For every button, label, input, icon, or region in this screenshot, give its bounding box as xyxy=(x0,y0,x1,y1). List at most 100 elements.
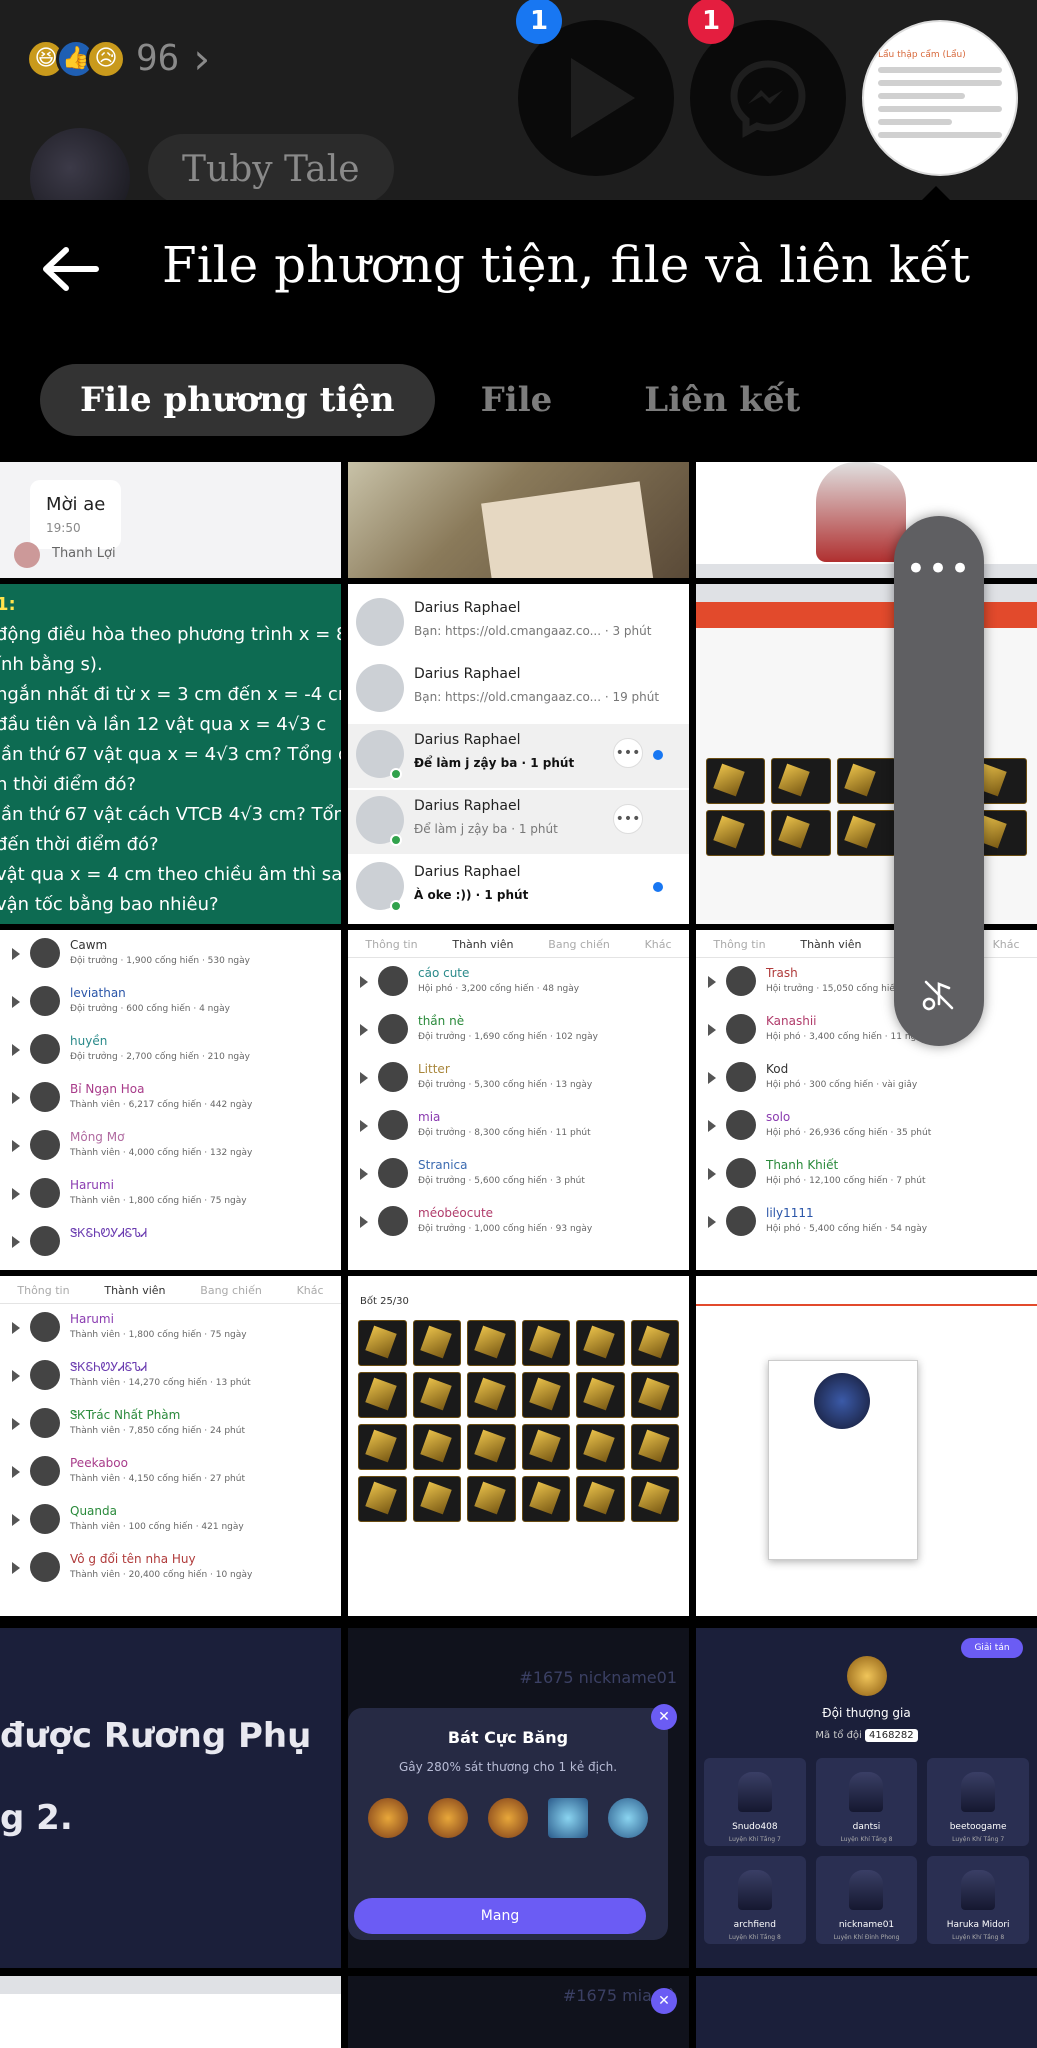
expand-icon xyxy=(12,1322,20,1334)
media-thumbnail[interactable]: Mời ae 19:50 Thanh Lợi xyxy=(0,462,341,578)
media-thumbnail[interactable]: #1675 nickname01 Bát Cực Băng Gây 280% s… xyxy=(348,1628,689,1968)
browser-tabs xyxy=(0,1976,341,1994)
character-image xyxy=(849,1772,884,1812)
member-row: Harumi Thành viên · 1,800 cống hiến · 75 … xyxy=(0,1170,341,1218)
member-name: Harumi xyxy=(70,1312,114,1326)
avatar xyxy=(726,966,756,996)
member-name: Quanda xyxy=(70,1504,117,1518)
media-thumbnail[interactable] xyxy=(348,462,689,578)
back-arrow-icon[interactable] xyxy=(40,244,100,294)
disband-button: Giải tán xyxy=(961,1638,1023,1658)
media-thumbnail[interactable] xyxy=(696,1976,1037,2048)
chat-preview: Bạn: https://old.cmangaaz.co... · 19 phú… xyxy=(414,690,660,704)
member-name: nickname01 xyxy=(838,1920,895,1930)
expand-icon xyxy=(12,1418,20,1430)
chat-preview: À oke :)) · 1 phút xyxy=(414,888,529,902)
member-rank: Luyện Khí Đỉnh Phong xyxy=(833,1934,900,1941)
chat-head-thumbnail[interactable]: Lẩu thập cẩm (Lẩu) xyxy=(862,20,1018,176)
member-row: thần nè Đội trưởng · 1,690 cống hiến · 10… xyxy=(348,1006,689,1054)
avatar xyxy=(30,1178,60,1208)
member-tab: Thông tin xyxy=(17,1284,70,1297)
media-thumbnail[interactable] xyxy=(696,1276,1037,1616)
member-list: Trash Hội trưởng · 15,050 cống hiến · 29 … xyxy=(696,958,1037,1246)
more-options-icon[interactable]: ••• xyxy=(894,552,984,586)
member-tabs: Thông tin Thành viên Bang chiến Khác xyxy=(348,930,689,958)
member-name: Kanashii xyxy=(766,1014,817,1028)
member-row: leviathan Đội trưởng · 600 cống hiến · 4 … xyxy=(0,978,341,1026)
character-image xyxy=(737,1772,772,1812)
more-icon: ••• xyxy=(613,804,643,834)
member-detail: Đội trưởng · 2,700 cống hiến · 210 ngày xyxy=(70,1052,250,1062)
expand-icon xyxy=(360,1072,368,1084)
media-thumbnail[interactable]: Darius Raphael Bạn: https://old.cmangaaz.… xyxy=(348,584,689,924)
media-thumbnail[interactable]: 1: động điều hòa theo phương trình x = 8 í… xyxy=(0,584,341,924)
reaction-summary[interactable]: 😆 👍 😥 96 › xyxy=(26,34,210,83)
expand-icon xyxy=(12,1514,20,1526)
expand-icon xyxy=(708,1168,716,1180)
inventory-item xyxy=(576,1476,625,1522)
media-thumbnail[interactable]: Giải tán Đội thượng gia Mã tổ đội 416828… xyxy=(696,1628,1037,1968)
member-row: mia Đội trưởng · 8,300 cống hiến · 11 phú… xyxy=(348,1102,689,1150)
skill-title: Bát Cực Băng xyxy=(447,1728,569,1747)
avatar xyxy=(726,1110,756,1140)
media-thumbnail[interactable]: được Rương Phụ g 2. xyxy=(0,1628,341,1968)
sad-reaction-icon: 😥 xyxy=(86,38,126,79)
media-thumbnail[interactable]: Cawm Đội trưởng · 1,900 cống hiến · 530 n… xyxy=(0,930,341,1270)
member-detail: Thành viên · 20,400 cống hiến · 10 ngày xyxy=(70,1570,253,1580)
chat-name: Darius Raphael xyxy=(414,666,521,682)
chat-preview: Bạn: https://old.cmangaaz.co... · 3 phút xyxy=(414,624,652,638)
media-thumbnail[interactable]: Thông tinThành viênBang chiếnKhác TrashH… xyxy=(696,930,1037,1270)
expand-icon xyxy=(12,1044,20,1056)
member-detail: Thành viên · 7,850 cống hiến · 24 phút xyxy=(70,1426,245,1436)
profile-name: Tuby Tale xyxy=(148,134,394,204)
member-detail: Hội phó · 26,936 cống hiến · 35 phút xyxy=(766,1128,932,1138)
member-name: Kod xyxy=(766,1062,789,1076)
team-member-card: beetoogame Luyện Khí Tầng 7 xyxy=(927,1758,1029,1846)
member-name: ᏕᏦᏋᏂᏬᎩᏗᏋᏖᏗ xyxy=(70,1226,148,1240)
avatar xyxy=(378,1110,408,1140)
member-detail: Đội trưởng · 1,000 cống hiến · 93 ngày xyxy=(418,1224,593,1234)
chat-name: Darius Raphael xyxy=(414,732,521,748)
media-thumbnail[interactable] xyxy=(696,462,1037,578)
tab-media[interactable]: File phương tiện xyxy=(40,364,435,436)
media-thumbnail[interactable] xyxy=(696,584,1037,924)
inventory-item xyxy=(630,1476,679,1522)
member-name: Cawm xyxy=(70,938,108,952)
chat-head-badge: 1 xyxy=(516,0,562,44)
media-thumbnail[interactable]: #1675 mia nè ✕ xyxy=(348,1976,689,2048)
member-list: Harumi Thành viên · 1,800 cống hiến · 75 … xyxy=(0,1304,341,1592)
member-name: archfiend xyxy=(733,1920,776,1930)
banner-text: g 2. xyxy=(0,1798,73,1838)
tab-files[interactable]: File xyxy=(435,364,599,436)
inventory-item xyxy=(630,1424,679,1470)
profile-popup xyxy=(768,1360,918,1560)
math-line: vật qua x = 4 cm theo chiều âm thì sau c xyxy=(0,864,341,885)
member-name: lily1111 xyxy=(766,1206,814,1220)
floating-control-bar[interactable]: ••• xyxy=(894,516,984,1046)
thumbnail-title: Lẩu thập cẩm (Lẩu) xyxy=(878,50,966,60)
media-thumbnail[interactable] xyxy=(0,1976,341,2048)
media-thumbnail[interactable]: Bốt 25/30 xyxy=(348,1276,689,1616)
member-rank: Luyện Khí Tầng 8 xyxy=(840,1836,893,1843)
member-row: ᏕᏦTrác Nhất Phàm Thành viên · 7,850 cống … xyxy=(0,1400,341,1448)
media-thumbnail[interactable]: Thông tin Thành viên Bang chiến Khác cáo cu… xyxy=(348,930,689,1270)
math-line: ngắn nhất đi từ x = 3 cm đến x = -4 cm. xyxy=(0,684,341,705)
avatar xyxy=(356,598,404,646)
member-row: Harumi Thành viên · 1,800 cống hiến · 75 … xyxy=(0,1304,341,1352)
photo-content xyxy=(481,481,655,578)
mute-icon[interactable] xyxy=(922,978,956,1012)
inventory-item xyxy=(771,758,831,804)
inventory-item xyxy=(358,1424,407,1470)
inventory-item xyxy=(771,810,831,856)
inventory-item xyxy=(521,1320,570,1366)
inventory-item xyxy=(467,1476,516,1522)
media-tabs: File phương tiện File Liên kết xyxy=(40,364,846,436)
tab-links[interactable]: Liên kết xyxy=(598,364,846,436)
chat-name: Darius Raphael xyxy=(414,864,521,880)
media-thumbnail[interactable]: Thông tin Thành viên Bang chiến Khác Harumi… xyxy=(0,1276,341,1616)
member-name: ᏕᏦTrác Nhất Phàm xyxy=(70,1408,181,1422)
team-title: Đội thượng gia xyxy=(822,1706,911,1720)
inventory-item xyxy=(412,1476,461,1522)
member-detail: Đội trưởng · 5,300 cống hiến · 13 ngày xyxy=(418,1080,593,1090)
expand-icon xyxy=(360,1024,368,1036)
